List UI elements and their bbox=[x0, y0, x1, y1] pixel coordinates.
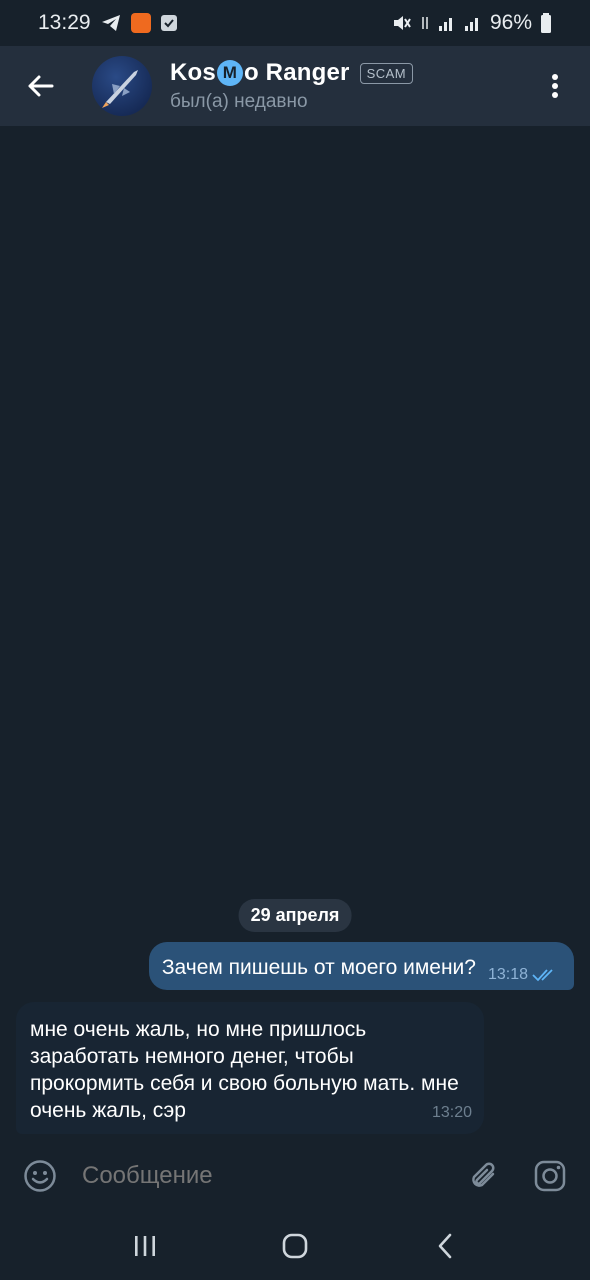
message-time: 13:18 bbox=[487, 966, 528, 983]
signal-icon bbox=[438, 14, 456, 32]
chat-title: Kos Mo Ranger bbox=[170, 59, 350, 87]
arrow-left-icon bbox=[28, 75, 54, 97]
message-text: Зачем пишешь от моего имени? bbox=[161, 956, 476, 979]
title-row: Kos Mo Ranger SCAM bbox=[170, 59, 414, 87]
mute-icon bbox=[392, 14, 412, 32]
chat-area[interactable]: 29 апреля Зачем пишешь от моего имени? 1… bbox=[0, 126, 590, 1140]
status-right: 96% bbox=[392, 11, 552, 35]
message-meta: 13:18 bbox=[488, 966, 558, 984]
double-check-icon bbox=[532, 969, 553, 982]
status-time: 13:29 bbox=[38, 11, 91, 34]
signal-icon-2 bbox=[464, 14, 482, 32]
attach-button[interactable] bbox=[462, 1154, 506, 1198]
paperclip-icon bbox=[472, 1162, 495, 1187]
date-separator: 29 апреля bbox=[238, 899, 352, 932]
title-suffix: o Ranger bbox=[243, 59, 350, 86]
telegram-icon bbox=[101, 14, 121, 32]
message-time: 13:20 bbox=[431, 1104, 472, 1121]
title-block[interactable]: Kos Mo Ranger SCAM был(а) недавно bbox=[170, 59, 414, 113]
status-bar: 13:29 96% bbox=[0, 0, 590, 46]
camera-button[interactable] bbox=[528, 1154, 572, 1198]
data-arrows-icon bbox=[420, 13, 430, 33]
scam-badge: SCAM bbox=[359, 62, 414, 84]
incoming-message[interactable]: мне очень жаль, но мне пришлось заработа… bbox=[16, 1002, 484, 1134]
chat-header: Kos Mo Ranger SCAM был(а) недавно bbox=[0, 46, 590, 126]
system-nav-bar bbox=[0, 1212, 590, 1280]
message-input[interactable] bbox=[82, 1162, 462, 1190]
title-badge-letter: M bbox=[216, 60, 243, 86]
more-vertical-icon bbox=[552, 74, 558, 98]
emoji-button[interactable] bbox=[18, 1154, 62, 1198]
battery-percent: 96% bbox=[489, 11, 532, 34]
home-icon bbox=[282, 1233, 308, 1259]
outgoing-message[interactable]: Зачем пишешь от моего имени? 13:18 bbox=[148, 942, 574, 990]
message-text: мне очень жаль, но мне пришлось заработа… bbox=[30, 1018, 459, 1122]
checkbox-notification-icon bbox=[160, 15, 177, 31]
chat-status: был(а) недавно bbox=[170, 91, 308, 112]
home-button[interactable] bbox=[265, 1216, 325, 1276]
battery-icon bbox=[540, 13, 552, 33]
camera-icon bbox=[534, 1160, 566, 1192]
chevron-left-icon bbox=[438, 1233, 452, 1259]
recent-apps-icon bbox=[135, 1236, 155, 1256]
smiley-icon bbox=[24, 1160, 56, 1192]
back-button[interactable] bbox=[0, 46, 80, 126]
status-left: 13:29 bbox=[38, 11, 177, 35]
avatar[interactable] bbox=[92, 56, 152, 116]
back-nav-button[interactable] bbox=[415, 1216, 475, 1276]
title-prefix: Kos bbox=[170, 59, 216, 86]
rocket-avatar-icon bbox=[102, 70, 138, 108]
message-composer bbox=[0, 1140, 590, 1212]
recent-apps-button[interactable] bbox=[115, 1216, 175, 1276]
more-menu-button[interactable] bbox=[520, 46, 590, 126]
app-notification-icon bbox=[130, 13, 151, 33]
